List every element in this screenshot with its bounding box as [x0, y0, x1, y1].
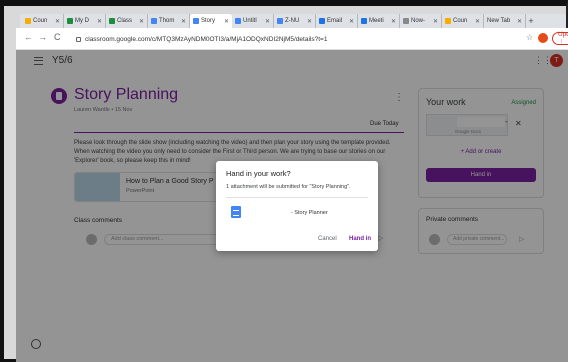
dialog-message: 1 attachment will be submitted for "Stor… — [226, 184, 351, 190]
browser-tab[interactable]: Untitl ✕ — [232, 14, 274, 28]
tab-close-icon[interactable]: ✕ — [391, 18, 396, 25]
tab-close-icon[interactable]: ✕ — [265, 18, 270, 25]
browser-tab[interactable]: New Tab ✕ — [484, 14, 526, 28]
dialog-divider — [226, 197, 368, 198]
tab-favicon-icon — [235, 18, 241, 24]
browser-tab[interactable]: Story ✕ — [190, 14, 232, 28]
tab-close-icon[interactable]: ✕ — [517, 18, 522, 25]
browser-tab[interactable]: Coun ✕ — [442, 14, 484, 28]
bookmark-star-icon[interactable]: ☆ — [526, 33, 533, 42]
browser-tab[interactable]: Z-NU ✕ — [274, 14, 316, 28]
tab-label: Email — [327, 18, 343, 24]
tab-label: Untitl — [243, 18, 257, 24]
tab-favicon-icon — [25, 18, 31, 24]
tab-label: Meeti — [369, 18, 384, 24]
cancel-button[interactable]: Cancel — [318, 236, 337, 242]
browser-tab[interactable]: My D ✕ — [64, 14, 106, 28]
browser-tab[interactable]: Email ✕ — [316, 14, 358, 28]
google-docs-icon — [231, 206, 241, 218]
browser-tab[interactable]: Coun ✕ — [22, 14, 64, 28]
tab-favicon-icon — [67, 18, 73, 24]
dialog-title: Hand in your work? — [226, 169, 291, 178]
tab-favicon-icon — [361, 18, 367, 24]
browser-tab[interactable]: Now- ✕ — [400, 14, 442, 28]
hand-in-dialog: Hand in your work? 1 attachment will be … — [216, 161, 378, 251]
back-button[interactable]: ← — [24, 32, 33, 42]
browser-tab[interactable]: Class ✕ — [106, 14, 148, 28]
tab-label: Thom — [159, 18, 175, 24]
tab-close-icon[interactable]: ✕ — [55, 18, 60, 25]
address-bar[interactable]: classroom.google.com/c/MTQ3MzAyNDM0OTI3/… — [76, 32, 516, 46]
tab-close-icon[interactable]: ✕ — [181, 18, 186, 25]
tab-label: My D — [75, 18, 89, 24]
browser-toolbar: ← → C classroom.google.com/c/MTQ3MzAyNDM… — [16, 28, 568, 50]
tab-favicon-icon — [109, 18, 115, 24]
tab-close-icon[interactable]: ✕ — [97, 18, 102, 25]
tab-label: Now- — [411, 18, 426, 24]
profile-avatar[interactable] — [538, 33, 548, 43]
forward-button[interactable]: → — [38, 32, 47, 42]
tab-favicon-icon — [151, 18, 157, 24]
tab-favicon-icon — [403, 18, 409, 24]
tab-label: New Tab — [487, 18, 511, 24]
tab-label: Z-NU — [285, 18, 300, 24]
tab-label: Coun — [453, 18, 468, 24]
reload-button[interactable]: C — [54, 32, 61, 42]
tab-favicon-icon — [277, 18, 283, 24]
new-tab-button[interactable]: + — [526, 14, 536, 28]
browser-tab[interactable]: Meeti ✕ — [358, 14, 400, 28]
tab-label: Story — [201, 18, 216, 24]
tab-favicon-icon — [193, 18, 199, 24]
url-text: classroom.google.com/c/MTQ3MzAyNDM0OTI3/… — [85, 35, 328, 43]
lock-icon — [76, 36, 81, 42]
tab-close-icon[interactable]: ✕ — [139, 18, 144, 25]
tab-favicon-icon — [445, 18, 451, 24]
tab-label: Coun — [33, 18, 48, 24]
tab-strip: Coun ✕ My D ✕ Class ✕ Thom ✕ Story ✕ Untitl ✕ Z-NU ✕ E… — [22, 14, 536, 28]
tab-close-icon[interactable]: ✕ — [433, 18, 438, 25]
tab-favicon-icon — [319, 18, 325, 24]
confirm-hand-in-button[interactable]: Hand in — [349, 236, 371, 242]
tab-close-icon[interactable]: ✕ — [475, 18, 480, 25]
tab-label: Class — [117, 18, 133, 24]
tab-close-icon[interactable]: ✕ — [307, 18, 312, 25]
browser-tab[interactable]: Thom ✕ — [148, 14, 190, 28]
tab-close-icon[interactable]: ✕ — [224, 18, 229, 25]
dialog-file-name: - Story Planner — [291, 210, 328, 216]
update-button[interactable]: Update ⋮ — [552, 31, 568, 46]
tab-close-icon[interactable]: ✕ — [349, 18, 354, 25]
